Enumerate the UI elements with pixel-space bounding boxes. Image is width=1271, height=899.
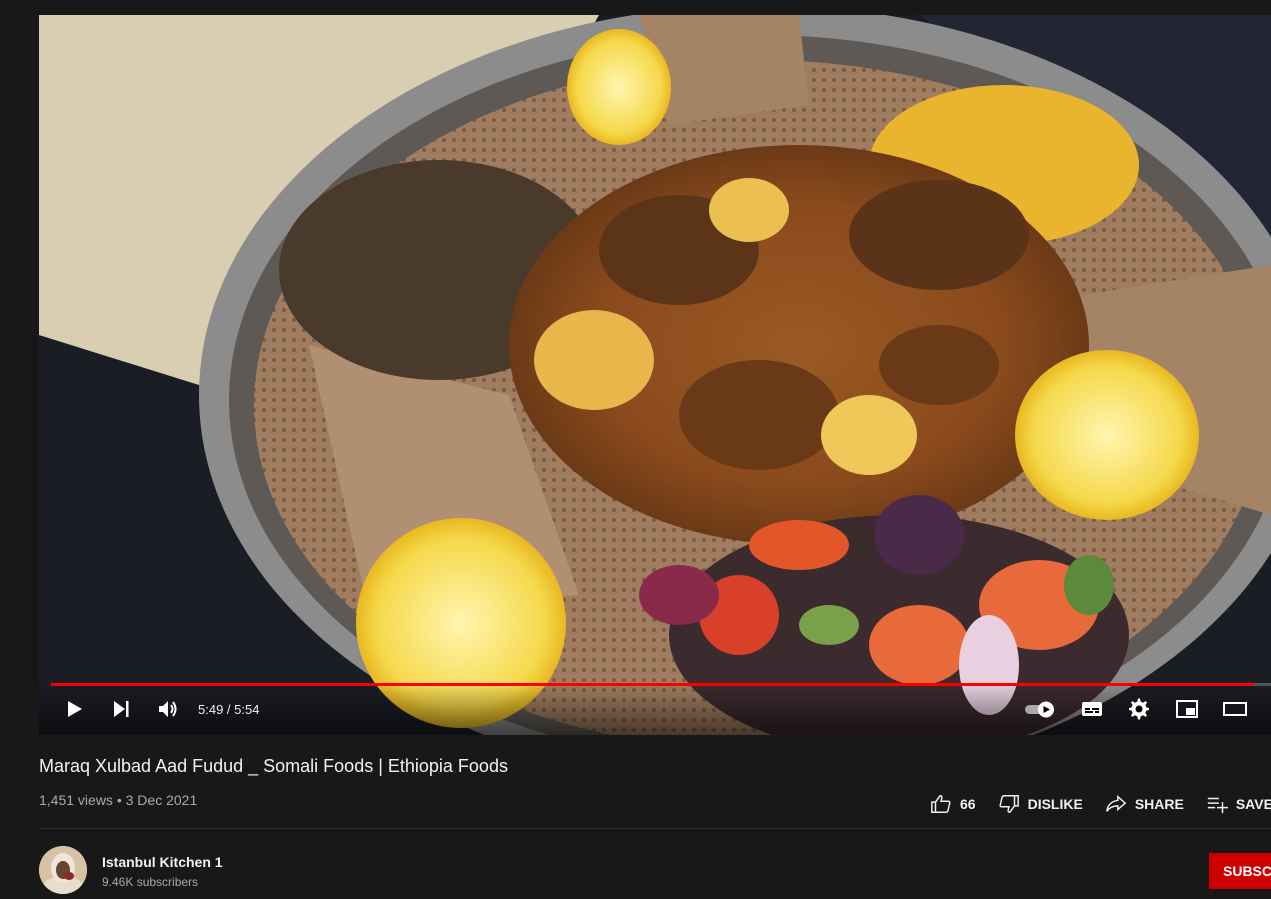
time-current: 5:49 xyxy=(198,702,224,717)
autoplay-toggle[interactable] xyxy=(1024,695,1058,723)
video-frame[interactable] xyxy=(39,15,1271,735)
subscribe-button[interactable]: SUBSCRIBE xyxy=(1209,853,1271,889)
dislike-label: DISLIKE xyxy=(1027,796,1083,812)
share-button[interactable]: SHARE xyxy=(1105,793,1184,815)
avatar-image xyxy=(39,846,87,894)
like-button[interactable]: 66 xyxy=(930,793,976,815)
next-button[interactable] xyxy=(107,695,135,723)
volume-icon xyxy=(159,701,177,717)
thumbs-down-icon xyxy=(999,795,1019,813)
channel-avatar[interactable] xyxy=(39,846,87,894)
video-meta: 1,451 views • 3 Dec 2021 xyxy=(39,792,197,808)
thumbs-up-icon xyxy=(931,795,951,813)
settings-button[interactable] xyxy=(1125,695,1153,723)
autoplay-toggle-icon xyxy=(1025,701,1054,718)
play-icon xyxy=(68,701,82,717)
dislike-button[interactable]: DISLIKE xyxy=(998,793,1083,815)
miniplayer-icon xyxy=(1176,700,1198,718)
theater-mode-icon xyxy=(1223,702,1247,716)
captions-button[interactable] xyxy=(1078,695,1106,723)
publish-date: 3 Dec 2021 xyxy=(125,792,198,808)
video-player[interactable]: 5:49 / 5:54 xyxy=(39,15,1271,735)
like-count: 66 xyxy=(960,796,976,812)
video-title: Maraq Xulbad Aad Fudud _ Somali Foods | … xyxy=(39,756,508,776)
channel-name[interactable]: Istanbul Kitchen 1 xyxy=(102,854,223,870)
time-display: 5:49 / 5:54 xyxy=(198,702,259,717)
save-label: SAVE xyxy=(1235,796,1271,812)
share-icon xyxy=(1105,795,1127,812)
playlist-add-icon xyxy=(1207,797,1228,814)
volume-button[interactable] xyxy=(154,695,182,723)
skip-next-icon xyxy=(114,701,129,717)
theater-mode-button[interactable] xyxy=(1221,695,1249,723)
captions-icon xyxy=(1082,702,1102,716)
save-button[interactable]: SAVE xyxy=(1206,793,1271,815)
meta-separator: • xyxy=(112,792,126,808)
time-separator: / xyxy=(223,702,235,717)
subscriber-count: 9.46K subscribers xyxy=(102,875,199,889)
share-label: SHARE xyxy=(1134,796,1184,812)
gear-icon xyxy=(1129,698,1149,720)
action-bar: 66 DISLIKE SHARE SAVE xyxy=(930,792,1271,816)
play-button[interactable] xyxy=(60,695,88,723)
view-count: 1,451 views xyxy=(39,792,113,808)
divider xyxy=(39,828,1271,829)
time-total: 5:54 xyxy=(234,702,260,717)
miniplayer-button[interactable] xyxy=(1173,695,1201,723)
player-controls: 5:49 / 5:54 xyxy=(39,683,1271,735)
